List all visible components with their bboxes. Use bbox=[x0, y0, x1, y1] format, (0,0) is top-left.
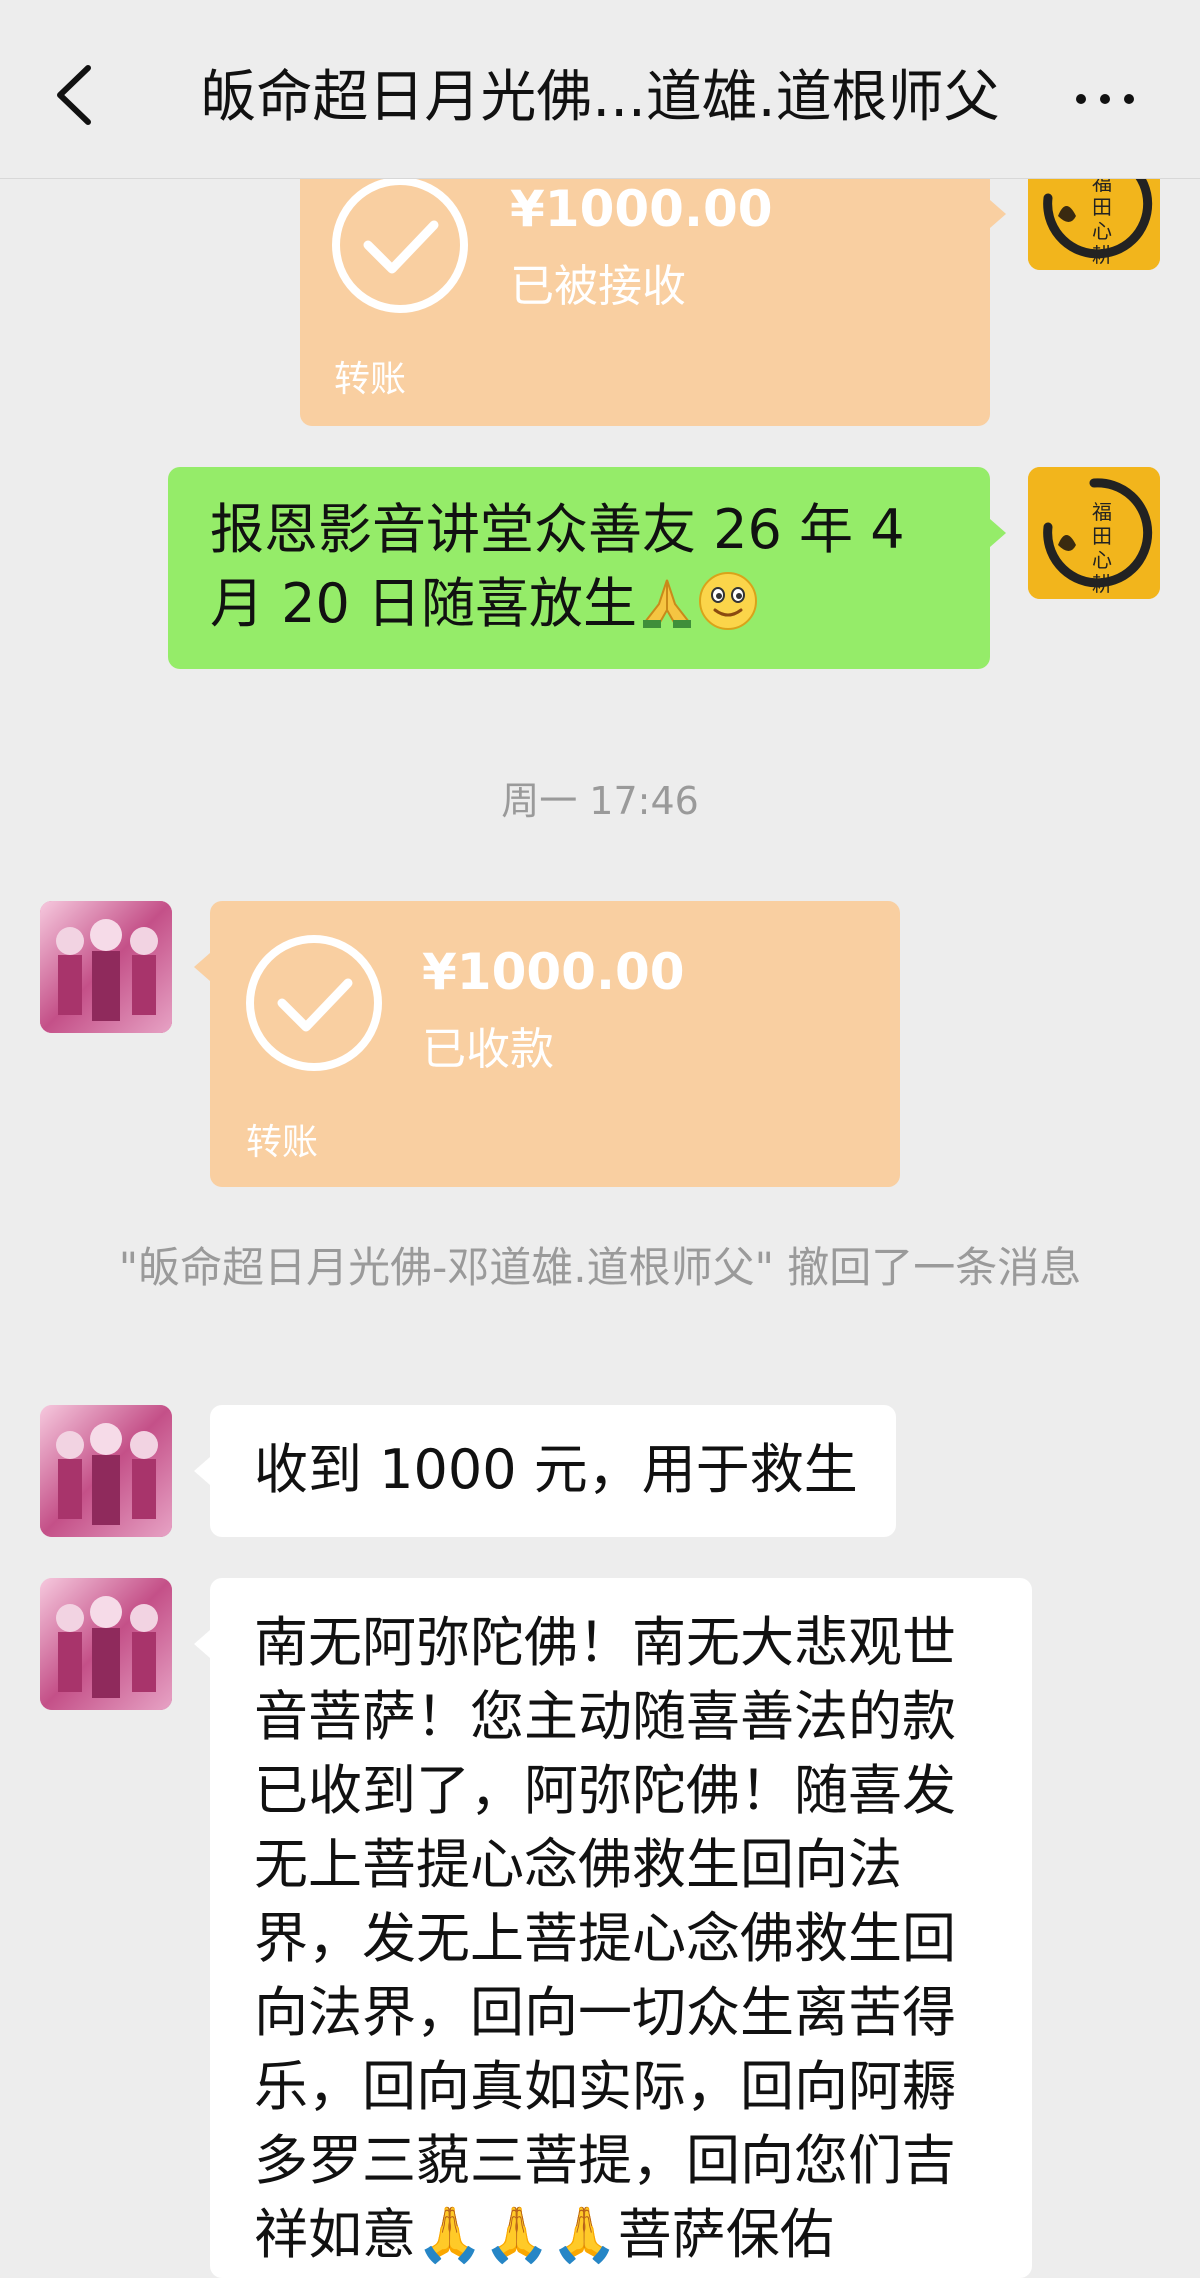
bubble-tail bbox=[990, 200, 1006, 228]
transfer-status: 已被接收 bbox=[510, 261, 686, 312]
back-button[interactable] bbox=[48, 60, 104, 130]
svg-text:耕: 耕 bbox=[1092, 243, 1112, 267]
transfer-amount: ¥1000.00 bbox=[510, 180, 773, 238]
dot-icon bbox=[1100, 94, 1110, 104]
bubble-tail bbox=[194, 953, 210, 981]
transfer-card-received[interactable]: ¥1000.00 已收款 转账 bbox=[194, 901, 900, 1187]
message-bubble-received[interactable]: 收到 1000 元，用于救生 bbox=[194, 1405, 896, 1537]
avatar-peer[interactable] bbox=[40, 1405, 172, 1537]
message-text: 收到 1000 元，用于救生 bbox=[254, 1438, 858, 1501]
buddha-image-icon bbox=[40, 901, 172, 1033]
top-navigation-bar: 皈命超日月光佛...道雄.道根师父 bbox=[0, 0, 1200, 179]
transfer-card-sent[interactable]: ¥1000.00 已被接收 转账 bbox=[300, 150, 1006, 426]
bubble-tail bbox=[990, 519, 1006, 547]
message-text: 南无阿弥陀佛！南无大悲观世音菩萨！您主动随喜善法的款已收到了，阿弥陀佛！随喜发无… bbox=[254, 1611, 956, 2266]
transfer-label: 转账 bbox=[334, 359, 407, 400]
more-options-button[interactable] bbox=[1070, 72, 1140, 122]
transfer-status: 已收款 bbox=[422, 1024, 554, 1075]
buddha-image-icon bbox=[40, 1578, 172, 1710]
avatar-self[interactable]: 福 田 心 耕 bbox=[1028, 467, 1160, 599]
svg-text:田: 田 bbox=[1092, 524, 1112, 548]
svg-text:心: 心 bbox=[1092, 548, 1112, 572]
message-bubble-received[interactable]: 南无阿弥陀佛！南无大悲观世音菩萨！您主动随喜善法的款已收到了，阿弥陀佛！随喜发无… bbox=[194, 1578, 1032, 2278]
buddha-image-icon bbox=[40, 1405, 172, 1537]
bubble-tail bbox=[194, 1457, 210, 1485]
transfer-label: 转账 bbox=[246, 1122, 319, 1163]
check-circle-icon bbox=[332, 177, 468, 313]
dot-icon bbox=[1076, 94, 1086, 104]
check-circle-icon bbox=[246, 935, 382, 1071]
message-bubble-sent[interactable]: 报恩影音讲堂众善友 26 年 4 月 20 日随喜放生 bbox=[168, 467, 1006, 669]
chat-area[interactable]: ¥1000.00 已被接收 转账 福 田 心 耕 报恩影音讲堂众善友 26 年 … bbox=[0, 0, 1200, 2278]
chevron-left-icon bbox=[57, 65, 91, 125]
transfer-amount: ¥1000.00 bbox=[422, 943, 685, 1001]
message-text: 报恩影音讲堂众善友 26 年 4 月 20 日随喜放生 bbox=[210, 498, 905, 635]
svg-text:耕: 耕 bbox=[1092, 572, 1112, 596]
folded-hands-icon bbox=[637, 574, 697, 630]
chat-title: 皈命超日月光佛...道雄.道根师父 bbox=[200, 65, 1000, 130]
bubble-tail bbox=[194, 1630, 210, 1658]
svg-text:福: 福 bbox=[1092, 500, 1112, 524]
message-timestamp: 周一 17:46 bbox=[501, 779, 699, 823]
avatar-peer[interactable] bbox=[40, 901, 172, 1033]
svg-text:田: 田 bbox=[1092, 195, 1112, 219]
recall-notice: "皈命超日月光佛-邓道雄.道根师父" 撤回了一条消息 bbox=[118, 1243, 1082, 1292]
avatar-peer[interactable] bbox=[40, 1578, 172, 1710]
calligraphy-logo-icon: 福 田 心 耕 bbox=[1028, 467, 1160, 599]
svg-text:心: 心 bbox=[1092, 219, 1112, 243]
dot-icon bbox=[1124, 94, 1134, 104]
smiling-face-icon bbox=[697, 570, 759, 632]
